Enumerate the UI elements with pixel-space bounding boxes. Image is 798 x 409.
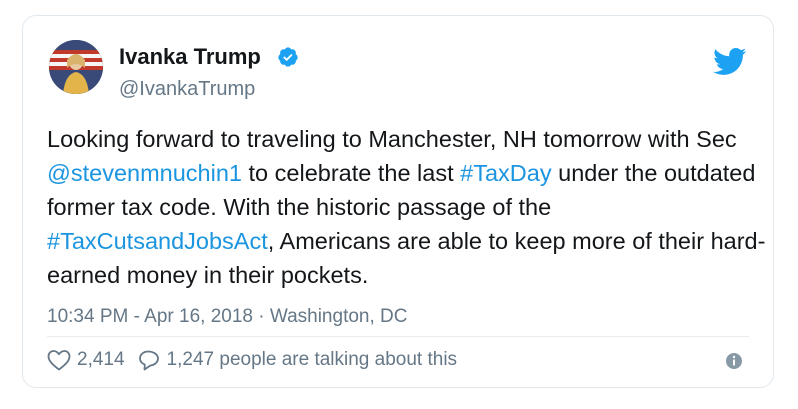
action-bar: 2,414 1,247 people are talking about thi… — [47, 346, 457, 374]
tweet-timestamp[interactable]: 10:34 PM - Apr 16, 2018 · Washington, DC — [47, 306, 407, 328]
heart-icon — [47, 350, 71, 371]
like-button[interactable]: 2,414 — [47, 349, 125, 371]
info-icon[interactable] — [725, 352, 743, 370]
reply-label: 1,247 people are talking about this — [166, 349, 458, 370]
avatar[interactable] — [49, 40, 103, 94]
like-count: 2,414 — [77, 349, 125, 370]
reply-bubble-icon — [138, 350, 159, 371]
author-handle[interactable]: @IvankaTrump — [119, 78, 255, 101]
reply-button[interactable]: 1,247 people are talking about this — [137, 349, 458, 371]
hashtag-link[interactable]: #TaxCutsandJobsAct — [47, 228, 268, 254]
tweet-text: Looking forward to traveling to Manchest… — [47, 126, 766, 288]
hashtag-link[interactable]: #TaxDay — [460, 160, 551, 186]
tweet-card: Ivanka Trump @IvankaTrump Looking forwar… — [22, 15, 774, 388]
divider — [47, 336, 749, 337]
author-name[interactable]: Ivanka Trump — [119, 44, 261, 70]
verified-badge-icon — [278, 47, 298, 67]
mention-link[interactable]: @stevenmnuchin1 — [47, 160, 242, 186]
twitter-bird-icon[interactable] — [713, 48, 747, 76]
